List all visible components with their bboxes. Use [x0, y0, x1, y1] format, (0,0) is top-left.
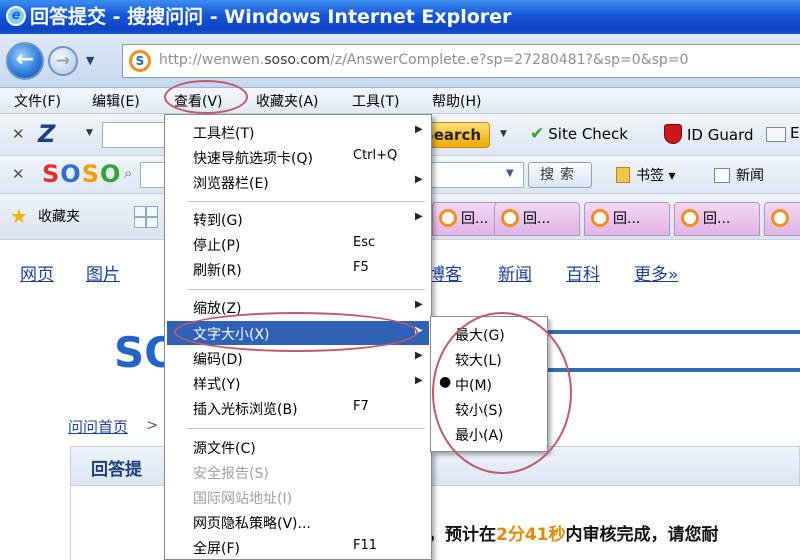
shield-icon	[664, 124, 682, 144]
view-menu-full-screen[interactable]: 全屏(F) F11	[167, 535, 429, 559]
text-size-smallest[interactable]: 最小(A)	[433, 422, 545, 446]
soso-favicon-icon: S	[129, 50, 151, 72]
nav-link-baike[interactable]: 百科	[566, 260, 600, 285]
text-size-larger[interactable]: 较大(L)	[433, 347, 545, 371]
favorites-star-icon[interactable]: ★	[10, 204, 28, 228]
view-menu-caret-browsing[interactable]: 插入光标浏览(B) F7	[167, 396, 429, 420]
view-menu-quick-tabs[interactable]: 快速导航选项卡(Q) Ctrl+Q	[167, 145, 429, 169]
quick-tabs-grid-icon[interactable]	[134, 206, 158, 228]
nav-link-blog[interactable]: 博客	[428, 260, 462, 285]
menu-file[interactable]: 文件(F)	[14, 91, 61, 111]
zoo-logo[interactable]: Z	[38, 120, 55, 148]
answer-title: 回答提	[91, 460, 142, 480]
forward-button[interactable]: →	[48, 46, 78, 76]
nav-link-web[interactable]: 网页	[20, 260, 54, 285]
view-menu-encoding[interactable]: 编码(D) ▶	[167, 346, 429, 370]
zoo-search-dropdown-icon[interactable]: ▼	[500, 129, 507, 139]
close-toolbar-icon[interactable]: ✕	[12, 165, 25, 183]
address-url[interactable]: http://wenwen.soso.com/z/AnswerComplete.…	[159, 52, 688, 68]
zoo-menu-arrow-icon[interactable]: ▼	[86, 128, 93, 138]
address-bar[interactable]: S http://wenwen.soso.com/z/AnswerComplet…	[122, 44, 800, 78]
text-size-medium[interactable]: ● 中(M)	[433, 372, 545, 396]
view-menu-text-size[interactable]: 文字大小(X) ▶	[167, 321, 429, 345]
selected-bullet-icon: ●	[439, 374, 452, 390]
tab[interactable]: 回...	[494, 202, 580, 236]
menu-edit[interactable]: 编辑(E)	[92, 91, 140, 111]
soso-favicon-icon	[681, 209, 699, 227]
check-icon: ✔	[530, 124, 545, 144]
menu-separator	[187, 289, 425, 290]
menu-separator	[187, 428, 425, 429]
address-row: ← → ▼ S http://wenwen.soso.com/z/AnswerC…	[0, 34, 800, 88]
submenu-arrow-icon: ▶	[415, 124, 423, 135]
submenu-arrow-icon: ▶	[415, 174, 423, 185]
menu-bar: 文件(F) 编辑(E) 查看(V) 收藏夹(A) 工具(T) 帮助(H)	[0, 88, 800, 114]
tab[interactable]: 回...	[674, 202, 760, 236]
close-toolbar-icon[interactable]: ✕	[12, 125, 25, 143]
menu-help[interactable]: 帮助(H)	[432, 91, 481, 111]
view-menu: 工具栏(T) ▶ 快速导航选项卡(Q) Ctrl+Q 浏览器栏(E) ▶ 转到(G) ▶…	[164, 114, 432, 560]
text-size-smaller[interactable]: 较小(S)	[433, 397, 545, 421]
view-menu-toolbars[interactable]: 工具栏(T) ▶	[167, 120, 429, 144]
submenu-arrow-icon: ▶	[415, 350, 423, 361]
nav-link-more[interactable]: 更多»	[634, 260, 678, 285]
bookmark-icon	[616, 167, 630, 183]
menu-favorites[interactable]: 收藏夹(A)	[256, 91, 319, 111]
submenu-arrow-icon: ▶	[415, 325, 423, 336]
mail-icon[interactable]	[766, 127, 786, 142]
view-menu-security-report: 安全报告(S)	[193, 466, 269, 482]
view-menu-intl-address: 国际网站地址(I)	[193, 491, 293, 507]
menu-separator	[187, 201, 425, 202]
menu-view[interactable]: 查看(V)	[174, 91, 223, 111]
breadcrumb-arrow-icon: >	[146, 416, 159, 434]
mail-label[interactable]: E	[790, 124, 799, 142]
site-check-button[interactable]: ✔ Site Check	[530, 124, 628, 144]
menu-tools[interactable]: 工具(T)	[352, 91, 399, 111]
review-status-text: ，预计在2分41秒内审核完成，请您耐	[428, 525, 719, 545]
favorites-button[interactable]: 收藏夹	[38, 206, 80, 226]
tab[interactable]: 回...	[584, 202, 670, 236]
text-size-largest[interactable]: 最大(G)	[433, 322, 545, 346]
tab[interactable]	[764, 202, 800, 236]
divider	[540, 330, 800, 334]
soso-favicon-icon	[501, 209, 519, 227]
view-menu-stop[interactable]: 停止(P) Esc	[167, 232, 429, 256]
view-menu-privacy-policy[interactable]: 网页隐私策略(V)...	[167, 510, 429, 534]
view-menu-explorer-bars[interactable]: 浏览器栏(E) ▶	[167, 170, 429, 194]
view-menu-style[interactable]: 样式(Y) ▶	[167, 371, 429, 395]
search-history-dropdown-icon[interactable]: ▼	[506, 168, 514, 179]
soso-favicon-icon	[591, 209, 609, 227]
search-icon[interactable]: ⌕	[124, 164, 132, 182]
nav-link-news[interactable]: 新闻	[498, 260, 532, 285]
id-guard-button[interactable]: ID Guard	[664, 124, 754, 144]
nav-link-images[interactable]: 图片	[86, 260, 120, 285]
soso-toolbar-logo[interactable]: SOSO	[42, 160, 121, 188]
recent-pages-dropdown-icon[interactable]: ▼	[86, 54, 94, 67]
ie-logo-icon: e	[6, 6, 26, 26]
divider	[540, 368, 800, 372]
bookmark-button[interactable]: 书签 ▾	[616, 165, 675, 185]
news-icon	[714, 168, 730, 183]
back-button[interactable]: ←	[6, 42, 44, 80]
view-menu-zoom[interactable]: 缩放(Z) ▶	[167, 295, 429, 319]
soso-favicon-icon	[771, 209, 789, 227]
soso-search-button[interactable]: 搜索	[528, 162, 592, 188]
submenu-arrow-icon: ▶	[415, 375, 423, 386]
news-button[interactable]: 新闻	[714, 165, 764, 185]
view-menu-source[interactable]: 源文件(C)	[167, 435, 429, 459]
view-menu-go-to[interactable]: 转到(G) ▶	[167, 207, 429, 231]
window-title: 回答提交 - 搜搜问问 - Windows Internet Explorer	[30, 6, 512, 28]
submenu-arrow-icon: ▶	[415, 299, 423, 310]
text-size-submenu: 最大(G) 较大(L) ● 中(M) 较小(S) 最小(A)	[430, 316, 548, 452]
window-titlebar: e 回答提交 - 搜搜问问 - Windows Internet Explore…	[0, 0, 800, 34]
view-menu-refresh[interactable]: 刷新(R) F5	[167, 257, 429, 281]
soso-favicon-icon	[439, 209, 457, 227]
breadcrumb-home-link[interactable]: 问问首页	[68, 416, 128, 437]
submenu-arrow-icon: ▶	[415, 211, 423, 222]
